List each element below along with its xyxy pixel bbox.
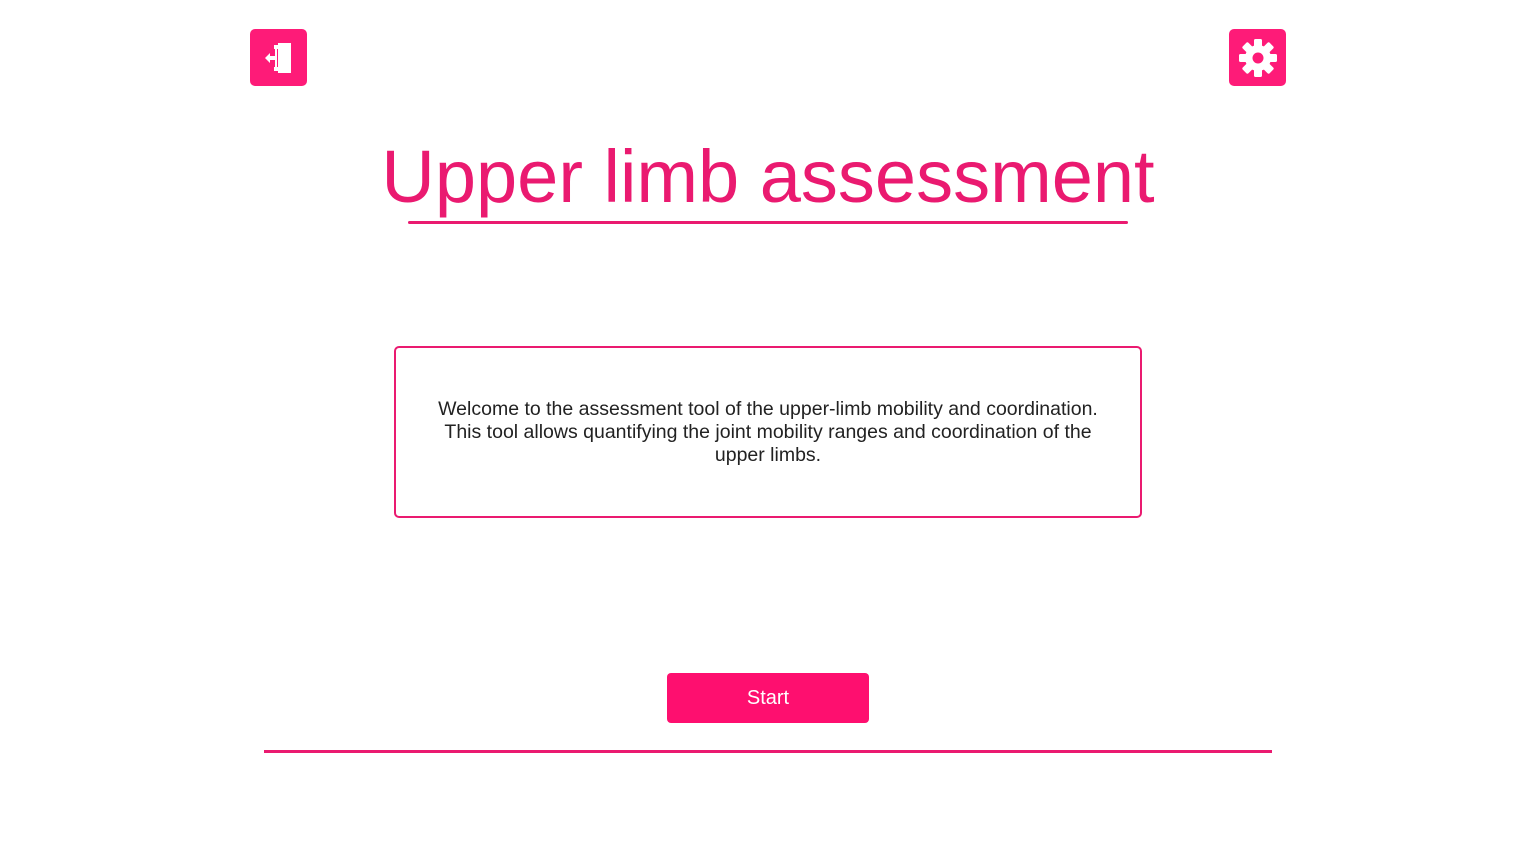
assessment-home-page: Upper limb assessment Welcome to the ass… [0, 0, 1536, 864]
welcome-text: Welcome to the assessment tool of the up… [438, 397, 1098, 466]
settings-button[interactable] [1229, 29, 1286, 86]
gear-icon [1238, 38, 1277, 77]
page-title: Upper limb assessment [381, 135, 1155, 218]
exit-button[interactable] [250, 29, 307, 86]
welcome-panel: Welcome to the assessment tool of the up… [394, 346, 1142, 518]
exit-door-icon [264, 42, 291, 73]
start-button[interactable]: Start [667, 673, 869, 723]
title-underline [408, 221, 1128, 224]
footer-divider [264, 750, 1272, 753]
